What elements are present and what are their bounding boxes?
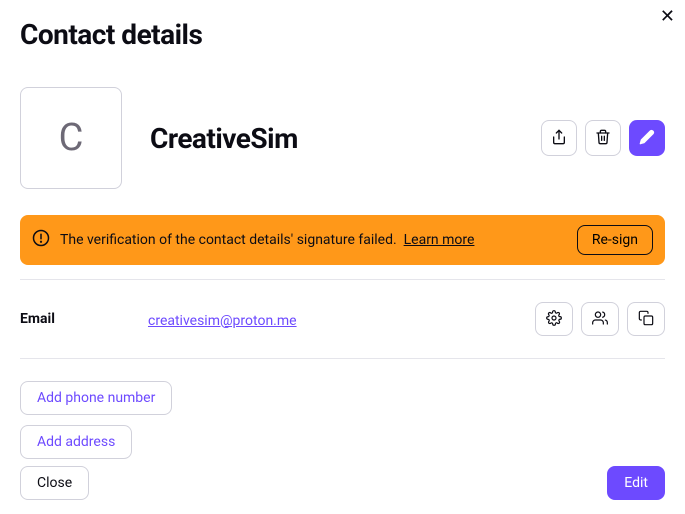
edit-button[interactable]: Edit — [607, 466, 665, 500]
modal-title: Contact details — [20, 18, 665, 51]
email-settings-button[interactable] — [535, 302, 573, 336]
avatar: C — [20, 87, 122, 189]
add-address-button[interactable]: Add address — [20, 425, 132, 459]
contact-details-modal: Contact details C CreativeSim — [0, 0, 685, 479]
edit-icon-button[interactable] — [629, 120, 665, 156]
trash-icon — [595, 129, 611, 148]
learn-more-link[interactable]: Learn more — [404, 232, 475, 248]
modal-footer: Close Edit — [20, 466, 665, 500]
email-field-row: Email creativesim@proton.me — [20, 280, 665, 358]
alert-text: The verification of the contact details'… — [60, 232, 567, 248]
gear-icon — [546, 310, 562, 329]
delete-button[interactable] — [585, 120, 621, 156]
people-icon — [592, 310, 608, 329]
alert-message: The verification of the contact details'… — [60, 232, 397, 248]
warning-icon — [32, 229, 50, 251]
add-section: Add phone number Add address — [20, 359, 665, 459]
add-phone-button[interactable]: Add phone number — [20, 381, 172, 415]
email-label: Email — [20, 311, 148, 327]
export-icon — [551, 129, 567, 148]
contact-header: C CreativeSim — [20, 87, 665, 189]
contact-name: CreativeSim — [150, 122, 541, 155]
pencil-icon — [639, 129, 655, 148]
close-button[interactable]: Close — [20, 466, 89, 500]
email-value: creativesim@proton.me — [148, 310, 535, 329]
email-copy-button[interactable] — [627, 302, 665, 336]
avatar-initial: C — [59, 116, 84, 160]
email-group-button[interactable] — [581, 302, 619, 336]
copy-icon — [638, 310, 654, 329]
email-actions — [535, 302, 665, 336]
verification-alert: The verification of the contact details'… — [20, 215, 665, 265]
header-actions — [541, 120, 665, 156]
close-icon[interactable]: ✕ — [658, 6, 677, 28]
resign-button[interactable]: Re-sign — [577, 225, 653, 255]
email-link[interactable]: creativesim@proton.me — [148, 313, 297, 329]
export-button[interactable] — [541, 120, 577, 156]
